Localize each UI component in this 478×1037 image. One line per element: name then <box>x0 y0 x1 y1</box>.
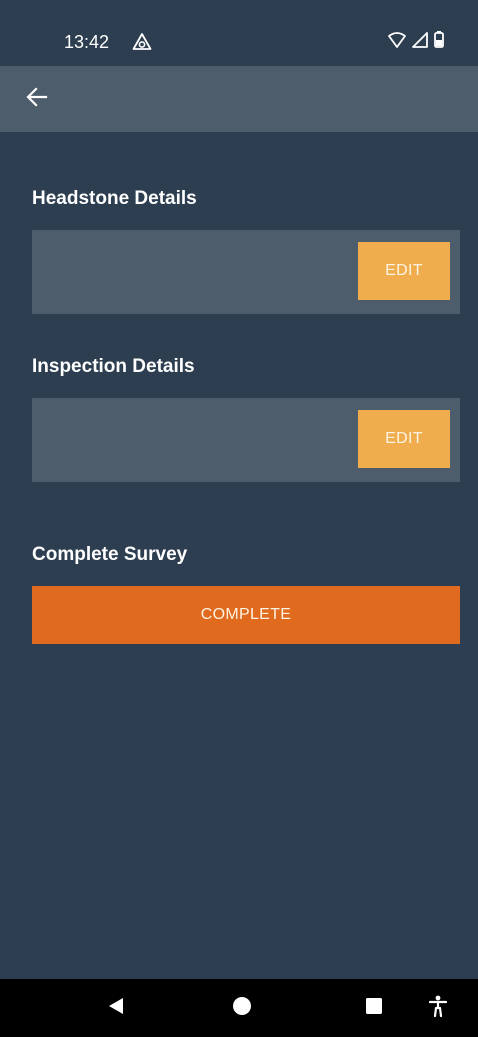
app-bar <box>0 66 478 132</box>
back-button[interactable] <box>22 84 52 114</box>
status-time: 13:42 <box>64 32 110 52</box>
status-icons <box>388 31 444 53</box>
nav-back-button[interactable] <box>96 979 136 1037</box>
edit-headstone-button[interactable]: EDIT <box>358 242 450 300</box>
battery-icon <box>434 31 444 53</box>
signal-icon <box>412 31 428 53</box>
system-nav-bar <box>0 979 478 1037</box>
inspection-details-title: Inspection Details <box>32 356 195 377</box>
headstone-details-title: Headstone Details <box>32 188 197 209</box>
nav-home-button[interactable] <box>222 979 262 1037</box>
accessibility-icon <box>428 995 448 1022</box>
complete-button[interactable]: COMPLETE <box>32 586 460 644</box>
arrow-left-icon <box>26 86 48 113</box>
home-circle-icon <box>232 996 252 1021</box>
inspection-details-card: EDIT <box>32 398 460 482</box>
recents-square-icon <box>366 997 382 1019</box>
headstone-details-card: EDIT <box>32 230 460 314</box>
nav-recents-button[interactable] <box>354 979 394 1037</box>
status-bar: 13:42 <box>0 0 478 66</box>
edit-inspection-button[interactable]: EDIT <box>358 410 450 468</box>
warning-triangle-icon <box>132 32 152 52</box>
back-triangle-icon <box>108 997 124 1020</box>
complete-survey-title: Complete Survey <box>32 544 188 565</box>
wifi-icon <box>388 31 406 53</box>
nav-accessibility-button[interactable] <box>418 979 458 1037</box>
